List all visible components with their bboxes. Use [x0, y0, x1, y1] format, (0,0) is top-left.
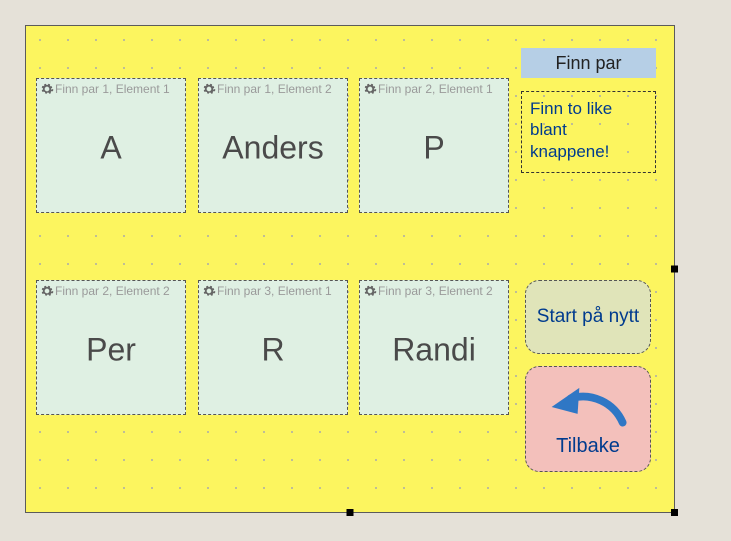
- gear-icon: [202, 82, 216, 96]
- design-canvas[interactable]: Finn par 1, Element 1 A Finn par 1, Elem…: [25, 25, 675, 513]
- card-design-label: Finn par 2, Element 1: [378, 82, 493, 96]
- back-arrow-icon: [544, 381, 632, 433]
- restart-button[interactable]: Start på nytt: [525, 280, 651, 354]
- card-design-label: Finn par 3, Element 1: [217, 284, 332, 298]
- game-title-text: Finn par: [555, 53, 621, 74]
- resize-handle-corner[interactable]: [671, 509, 678, 516]
- card-pair3-elem2[interactable]: Finn par 3, Element 2 Randi: [359, 280, 509, 415]
- gear-icon: [40, 284, 54, 298]
- gear-icon: [363, 82, 377, 96]
- card-design-label: Finn par 1, Element 2: [217, 82, 332, 96]
- card-pair1-elem2[interactable]: Finn par 1, Element 2 Anders: [198, 78, 348, 213]
- instruction-text-content: Finn to like blant knappene!: [530, 99, 612, 161]
- card-text: A: [37, 129, 185, 166]
- instruction-text: Finn to like blant knappene!: [521, 91, 656, 173]
- card-design-label: Finn par 3, Element 2: [378, 284, 493, 298]
- card-pair3-elem1[interactable]: Finn par 3, Element 1 R: [198, 280, 348, 415]
- card-design-label: Finn par 2, Element 2: [55, 284, 170, 298]
- gear-icon: [363, 284, 377, 298]
- card-text: R: [199, 331, 347, 368]
- card-text: Anders: [199, 129, 347, 166]
- back-button-label: Tilbake: [556, 435, 620, 458]
- card-design-label: Finn par 1, Element 1: [55, 82, 170, 96]
- card-pair1-elem1[interactable]: Finn par 1, Element 1 A: [36, 78, 186, 213]
- card-pair2-elem2[interactable]: Finn par 2, Element 2 Per: [36, 280, 186, 415]
- resize-handle-right[interactable]: [671, 266, 678, 273]
- restart-button-label: Start på nytt: [537, 306, 639, 328]
- card-text: Per: [37, 331, 185, 368]
- card-pair2-elem1[interactable]: Finn par 2, Element 1 P: [359, 78, 509, 213]
- gear-icon: [202, 284, 216, 298]
- back-button[interactable]: Tilbake: [525, 366, 651, 472]
- resize-handle-bottom[interactable]: [347, 509, 354, 516]
- card-text: Randi: [360, 331, 508, 368]
- gear-icon: [40, 82, 54, 96]
- card-text: P: [360, 129, 508, 166]
- game-title: Finn par: [521, 48, 656, 78]
